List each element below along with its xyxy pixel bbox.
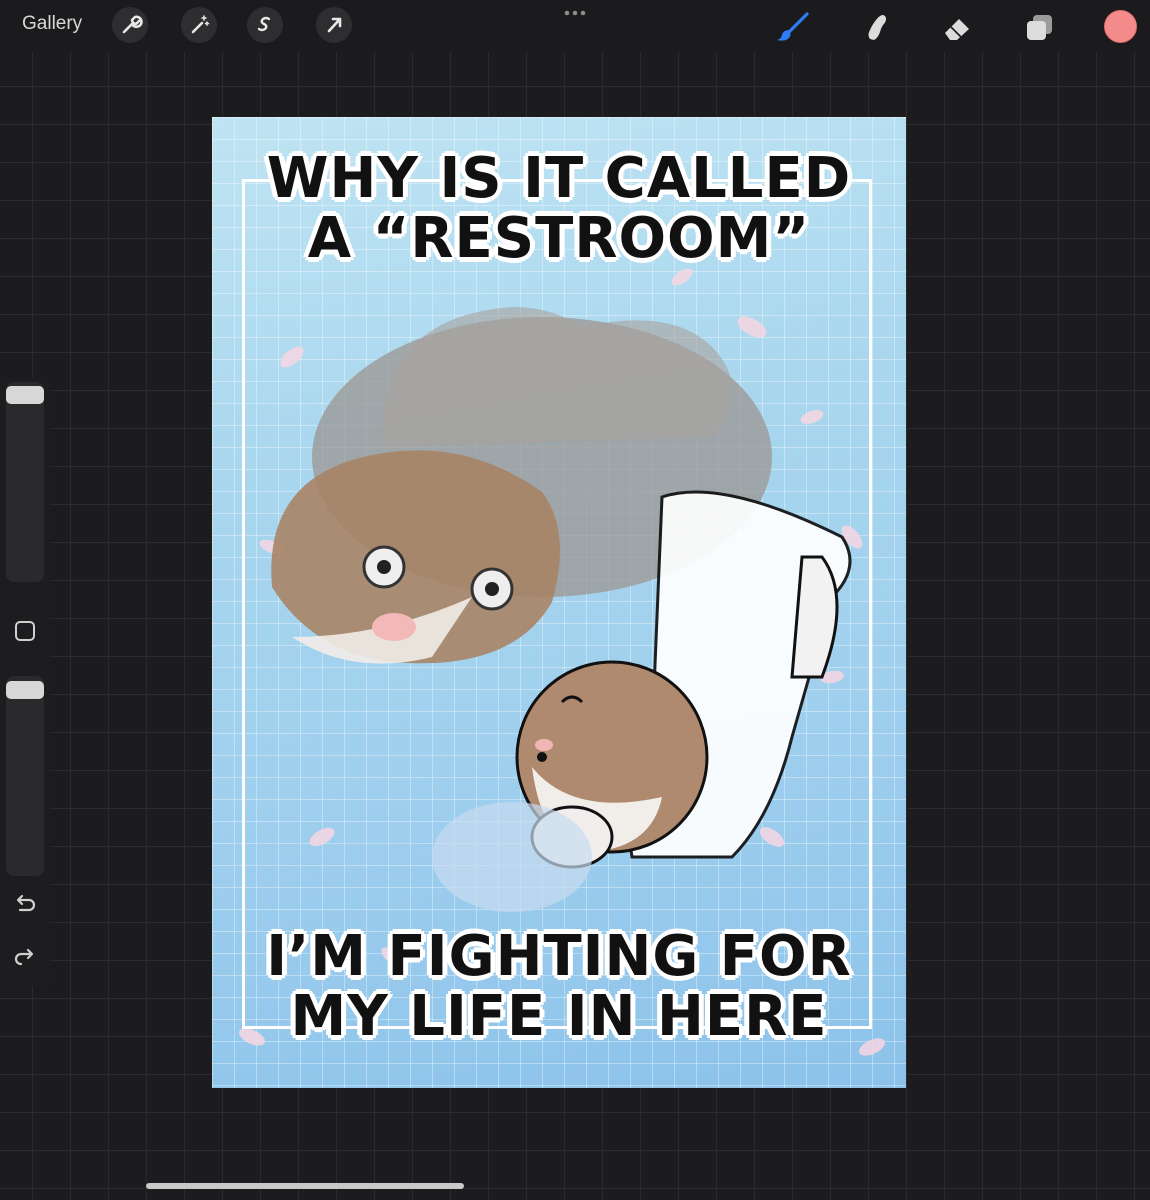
caption-top: WHY IS IT CALLED A “RESTROOM” <box>212 146 906 272</box>
selection-s-icon[interactable] <box>247 7 283 43</box>
redo-icon[interactable] <box>13 944 37 966</box>
color-picker-swatch[interactable] <box>1104 10 1137 43</box>
transform-arrow-icon[interactable] <box>316 7 352 43</box>
caption-bottom-line-1: I’M FIGHTING FOR <box>266 924 852 989</box>
eraser-icon[interactable] <box>940 9 976 45</box>
brush-size-slider[interactable] <box>6 382 44 582</box>
undo-icon[interactable] <box>13 894 37 916</box>
opacity-slider[interactable] <box>6 676 44 876</box>
top-toolbar: Gallery <box>0 0 1150 52</box>
caption-top-line-1: WHY IS IT CALLED <box>266 146 852 211</box>
layers-icon[interactable] <box>1022 9 1058 45</box>
smudge-icon[interactable] <box>858 9 894 45</box>
brush-icon[interactable] <box>774 9 814 45</box>
caption-bottom: I’M FIGHTING FOR MY LIFE IN HERE <box>212 924 906 1050</box>
caption-top-line-2: A “RESTROOM” <box>307 206 811 272</box>
drawing-canvas[interactable]: WHY IS IT CALLED A “RESTROOM” I’M FIGHTI… <box>212 117 906 1088</box>
gallery-button[interactable]: Gallery <box>22 13 82 35</box>
white-border-frame <box>242 179 872 1029</box>
magic-wand-icon[interactable] <box>181 7 217 43</box>
home-indicator[interactable] <box>146 1183 464 1189</box>
more-dots-icon[interactable] <box>563 8 587 18</box>
left-sidebar <box>0 378 50 986</box>
modify-square-button[interactable] <box>14 620 36 642</box>
wrench-icon[interactable] <box>112 7 148 43</box>
opacity-handle[interactable] <box>6 681 44 699</box>
brush-size-handle[interactable] <box>6 386 44 404</box>
caption-bottom-line-2: MY LIFE IN HERE <box>290 984 828 1050</box>
